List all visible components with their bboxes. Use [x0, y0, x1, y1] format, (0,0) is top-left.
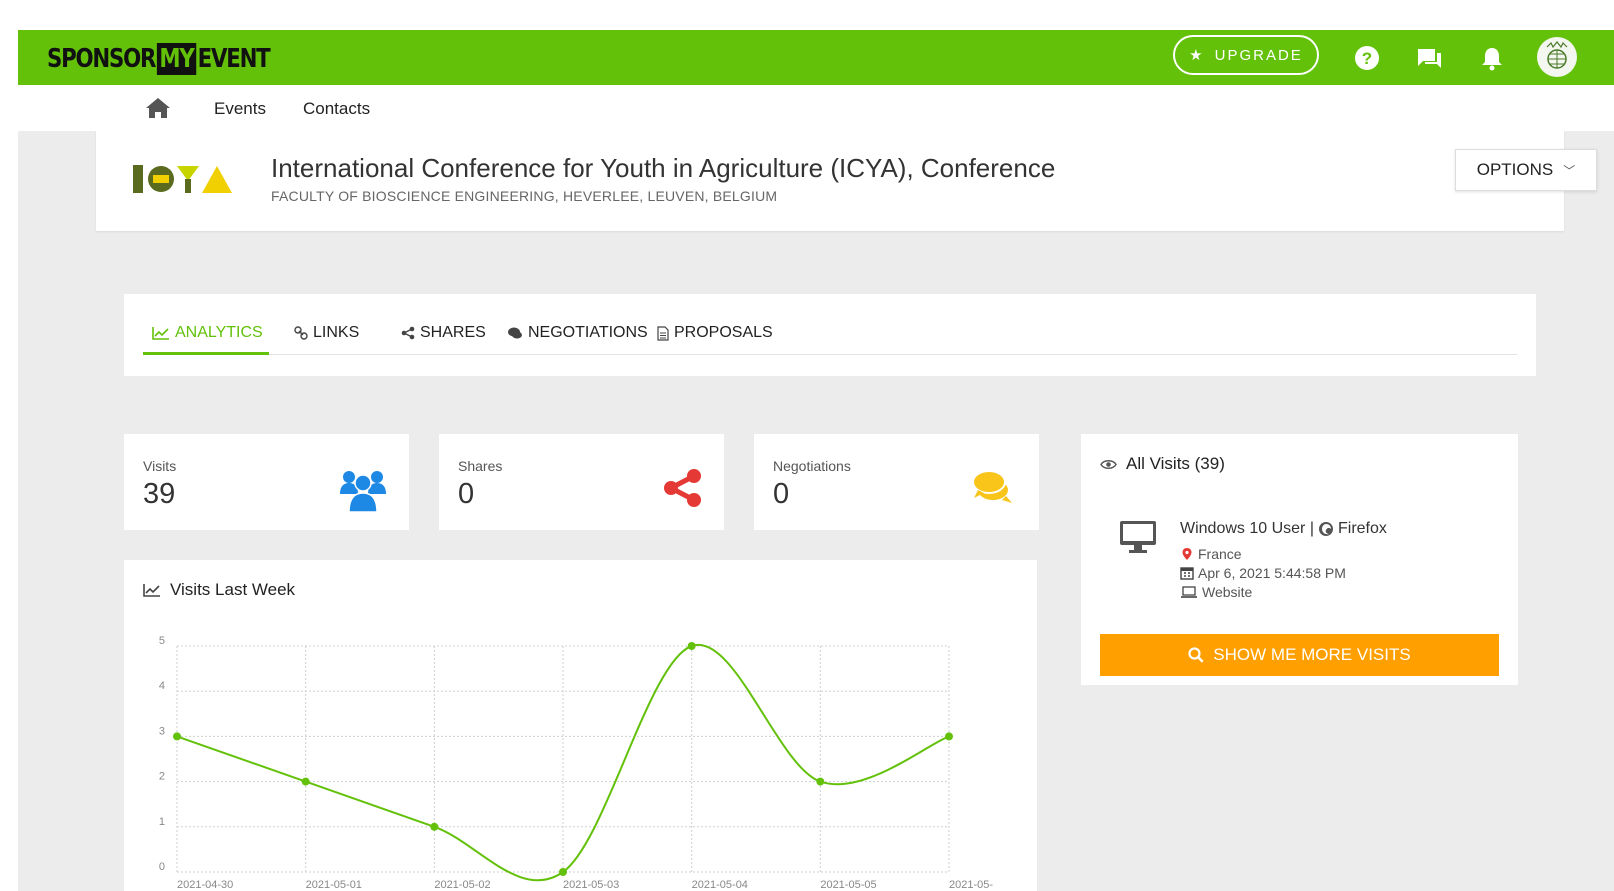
stat-card-visits: Visits 39 [124, 434, 409, 530]
visits-data-point [301, 777, 310, 786]
x-tick-label: 2021-05-02 [434, 879, 490, 891]
comments-icon [972, 470, 1012, 503]
visit-source-line: Website [1180, 584, 1252, 600]
event-header-card: International Conference for Youth in Ag… [96, 131, 1597, 231]
tab-analytics[interactable]: ANALYTICS [152, 324, 263, 342]
event-logo [133, 165, 232, 193]
tabs-card: ANALYTICS LINKS SHARES NEGOTIATIONS PROP… [124, 294, 1536, 376]
stat-label: Visits [143, 458, 177, 474]
tab-label: SHARES [420, 324, 486, 341]
options-dropdown[interactable]: OPTIONS ﹀ [1455, 149, 1597, 191]
line-chart-icon [152, 327, 169, 340]
options-label: OPTIONS [1476, 160, 1554, 179]
all-visits-title-text: All Visits (39) [1126, 454, 1225, 473]
brand-logo[interactable]: SPONSOR MY EVENT [47, 43, 271, 75]
help-icon[interactable]: ? [1353, 44, 1381, 72]
visits-line-chart: 0 1 2 3 4 5 2021-04-30 2021-05-01 2021-05-02 2021… [159, 635, 993, 891]
visit-device: Windows 10 User | [1180, 520, 1314, 537]
stat-card-shares: Shares 0 [439, 434, 724, 530]
x-tick-label: 2021-04-30 [177, 879, 233, 891]
tab-label: PROPOSALS [674, 324, 773, 341]
nav-bar: Events Contacts [18, 85, 1614, 131]
users-icon [340, 471, 386, 512]
tab-links[interactable]: LINKS [294, 324, 359, 342]
svg-text:?: ? [1362, 49, 1372, 68]
app-frame: SPONSOR MY EVENT ★ UPGRADE ? Events Cont… [18, 30, 1614, 891]
user-avatar[interactable] [1537, 37, 1577, 77]
visits-chart-card: Visits Last Week 0 1 2 3 4 5 2021-04-30 2021-05… [124, 560, 1037, 891]
x-tick-label: 2021-05- [949, 879, 993, 891]
search-icon [1188, 647, 1204, 663]
brand-logo-right: EVENT [197, 44, 271, 74]
visit-device-line: Windows 10 User | Firefox [1180, 520, 1387, 538]
event-title: International Conference for Youth in Ag… [271, 153, 1056, 183]
map-marker-icon [1182, 548, 1192, 560]
stat-value: 0 [458, 478, 475, 510]
stat-card-negotiations: Negotiations 0 [754, 434, 1039, 530]
tab-negotiations[interactable]: NEGOTIATIONS [507, 324, 648, 342]
all-visits-title: All Visits (39) [1100, 454, 1225, 474]
visits-data-point [816, 777, 825, 786]
x-tick-label: 2021-05-05 [820, 879, 876, 891]
all-visits-card: All Visits (39) Windows 10 User | Firefo… [1081, 434, 1518, 685]
show-more-visits-button[interactable]: SHOW ME MORE VISITS [1100, 634, 1499, 676]
nav-events[interactable]: Events [214, 99, 266, 119]
tab-proposals[interactable]: PROPOSALS [657, 324, 773, 342]
brand-logo-mid: MY [156, 43, 196, 75]
visits-data-point [687, 642, 696, 650]
visits-data-point [173, 732, 181, 741]
visit-datetime-line: Apr 6, 2021 5:44:58 PM [1180, 565, 1346, 581]
visit-datetime: Apr 6, 2021 5:44:58 PM [1198, 565, 1346, 581]
y-tick-label: 3 [159, 725, 165, 737]
show-more-label: SHOW ME MORE VISITS [1213, 645, 1411, 664]
nav-contacts[interactable]: Contacts [303, 99, 370, 119]
y-tick-label: 2 [159, 771, 165, 783]
messages-icon[interactable] [1415, 44, 1443, 72]
tab-label: LINKS [313, 324, 360, 341]
comments-icon [508, 327, 522, 339]
tab-label: NEGOTIATIONS [528, 324, 648, 341]
stat-label: Negotiations [773, 458, 851, 474]
x-tick-label: 2021-05-04 [692, 879, 748, 891]
visits-data-point [559, 868, 567, 876]
visit-browser: Firefox [1337, 520, 1387, 537]
y-tick-label: 5 [159, 635, 165, 647]
laptop-icon [1181, 586, 1197, 598]
upgrade-label: UPGRADE [1214, 46, 1303, 64]
brand-logo-left: SPONSOR [47, 44, 156, 74]
link-icon [294, 326, 308, 340]
chevron-down-icon: ﹀ [1563, 163, 1576, 178]
upgrade-button[interactable]: ★ UPGRADE [1173, 35, 1319, 75]
tab-label: ANALYTICS [175, 324, 263, 341]
share-icon [664, 469, 701, 507]
share-icon [401, 326, 415, 340]
y-tick-label: 1 [159, 816, 165, 828]
home-icon[interactable] [145, 97, 171, 119]
y-tick-label: 0 [159, 861, 165, 873]
star-icon: ★ [1189, 47, 1203, 64]
event-location: FACULTY OF BIOSCIENCE ENGINEERING, HEVER… [271, 188, 778, 204]
y-tick-label: 4 [159, 680, 165, 692]
stat-value: 39 [143, 478, 176, 510]
top-bar: SPONSOR MY EVENT ★ UPGRADE ? [18, 30, 1614, 85]
tabs-divider [143, 354, 1517, 355]
visit-country: France [1198, 546, 1242, 562]
desktop-icon [1120, 521, 1156, 553]
visits-data-point [430, 822, 439, 831]
visit-source: Website [1202, 584, 1253, 600]
tab-shares[interactable]: SHARES [401, 324, 486, 342]
bell-icon[interactable] [1478, 44, 1506, 72]
x-tick-label: 2021-05-01 [306, 879, 362, 891]
eye-icon [1100, 459, 1117, 469]
visits-data-point [945, 732, 953, 741]
stat-value: 0 [773, 478, 790, 510]
calendar-icon [1180, 567, 1194, 580]
stat-label: Shares [458, 458, 503, 474]
firefox-icon [1318, 522, 1333, 536]
visit-country-line: France [1180, 546, 1242, 562]
active-tab-indicator [143, 352, 269, 355]
x-tick-label: 2021-05-03 [563, 879, 619, 891]
file-icon [657, 325, 669, 341]
